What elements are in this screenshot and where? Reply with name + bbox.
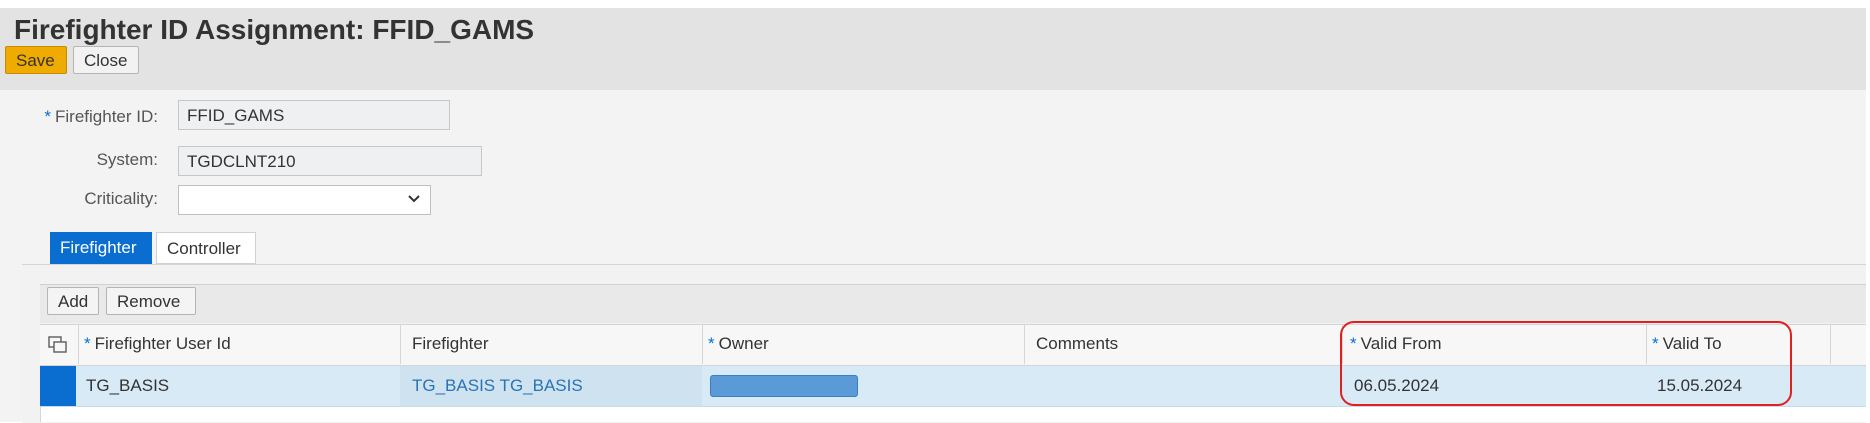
cell-valid-from[interactable]: 06.05.2024 (1354, 366, 1439, 406)
table-header (40, 324, 1866, 366)
system-label: System: (96, 150, 158, 169)
page-title: Firefighter ID Assignment: FFID_GAMS (14, 14, 535, 45)
column-divider (400, 324, 401, 364)
col-header-user-id[interactable]: * Firefighter User Id (84, 324, 231, 364)
column-divider (1342, 324, 1343, 364)
table-toolbar (40, 284, 1866, 323)
required-marker: * (44, 107, 52, 126)
table-row[interactable] (40, 366, 1866, 407)
chevron-down-icon (408, 195, 420, 203)
column-settings-icon[interactable] (48, 336, 68, 354)
firefighter-id-label: * Firefighter ID: (44, 107, 158, 126)
remove-button[interactable]: Remove (106, 287, 196, 315)
column-divider (1830, 324, 1831, 364)
add-button[interactable]: Add (47, 287, 99, 315)
cell-firefighter-link[interactable]: TG_BASIS TG_BASIS (412, 366, 583, 406)
cell-valid-to[interactable]: 15.05.2024 (1657, 366, 1742, 406)
criticality-label: Criticality: (84, 189, 158, 208)
column-divider (78, 324, 79, 364)
empty-row (40, 407, 1867, 422)
page-header: Firefighter ID Assignment: FFID_GAMS (0, 8, 1866, 91)
column-divider (1024, 324, 1025, 364)
col-header-comments[interactable]: Comments (1036, 324, 1118, 364)
criticality-select[interactable] (178, 185, 431, 215)
tab-firefighter[interactable]: Firefighter (50, 232, 152, 264)
col-header-valid-from[interactable]: * Valid From (1350, 324, 1442, 364)
system-field[interactable]: TGDCLNT210 (178, 146, 482, 176)
col-header-valid-to[interactable]: * Valid To (1652, 324, 1722, 364)
col-header-firefighter[interactable]: Firefighter (412, 324, 489, 364)
column-divider (702, 324, 703, 364)
save-button[interactable]: Save (5, 46, 67, 74)
close-button[interactable]: Close (73, 46, 139, 74)
row-selector[interactable] (40, 366, 76, 406)
column-divider (1646, 324, 1647, 364)
col-header-owner[interactable]: * Owner (708, 324, 769, 364)
tab-controller[interactable]: Controller (156, 232, 256, 264)
owner-field[interactable] (710, 375, 858, 397)
cell-user-id[interactable]: TG_BASIS (86, 366, 169, 406)
firefighter-id-field[interactable]: FFID_GAMS (178, 100, 450, 130)
